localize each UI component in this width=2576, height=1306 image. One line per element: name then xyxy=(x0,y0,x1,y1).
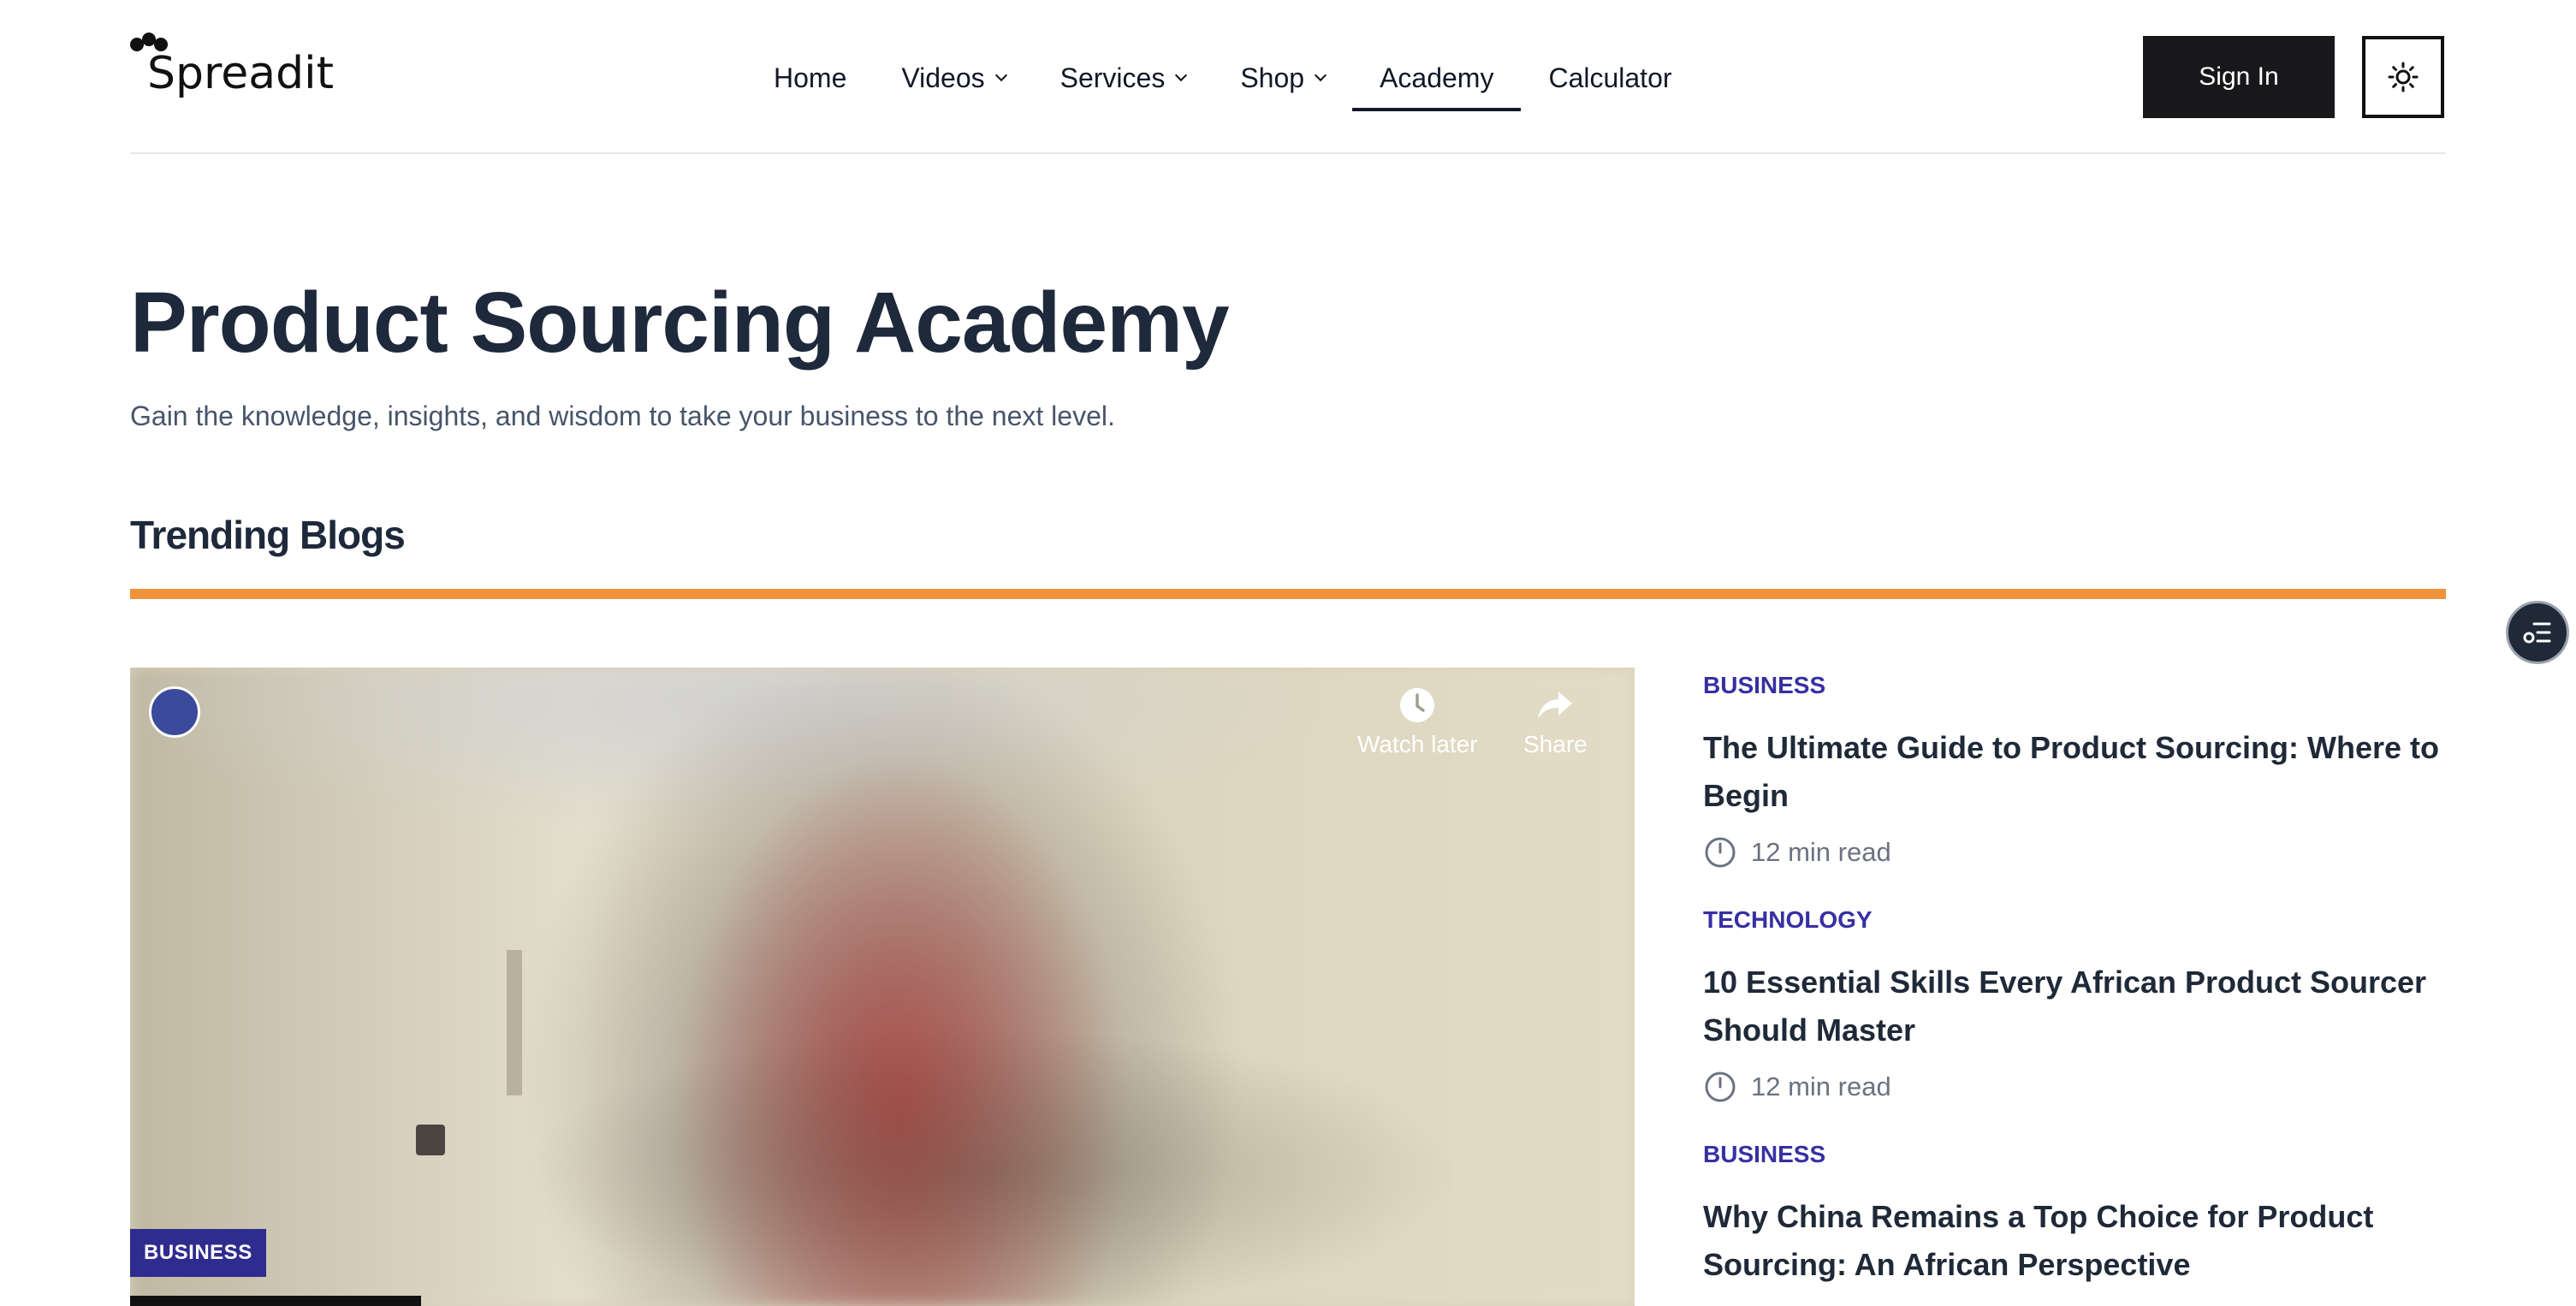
site-header: Spreadit Home Videos Services Shop Acade… xyxy=(130,0,2446,154)
page-title: Product Sourcing Academy xyxy=(130,275,1230,371)
section-title: Trending Blogs xyxy=(130,513,406,557)
main-nav: Home Videos Services Shop Academy Calcul… xyxy=(746,51,1700,111)
trending-blog-list: BUSINESS The Ultimate Guide to Product S… xyxy=(1703,668,2446,1289)
nav-label: Calculator xyxy=(1548,62,1672,93)
list-item[interactable]: TECHNOLOGY 10 Essential Skills Every Afr… xyxy=(1703,902,2446,1106)
nav-label: Services xyxy=(1059,62,1166,93)
blog-meta: 12 min read xyxy=(1703,1068,2446,1106)
sign-in-button[interactable]: Sign In xyxy=(2143,36,2335,118)
category-badge[interactable]: BUSINESS xyxy=(130,1229,266,1277)
blog-category[interactable]: TECHNOLOGY xyxy=(1703,902,2446,938)
blog-title[interactable]: 10 Essential Skills Every African Produc… xyxy=(1703,959,2446,1054)
blog-title[interactable]: Why China Remains a Top Choice for Produ… xyxy=(1703,1193,2446,1289)
nav-item-calculator[interactable]: Calculator xyxy=(1521,51,1699,104)
chevron-down-icon xyxy=(994,68,1007,82)
nav-item-videos[interactable]: Videos xyxy=(874,51,1032,104)
blog-title[interactable]: The Ultimate Guide to Product Sourcing: … xyxy=(1703,724,2446,820)
video-progress-bar xyxy=(130,1296,421,1306)
list-icon xyxy=(2523,622,2551,644)
featured-video[interactable]: Watch later Share BUSINESS xyxy=(130,668,1635,1306)
brand-logo[interactable]: Spreadit xyxy=(130,33,334,99)
blog-category[interactable]: BUSINESS xyxy=(1703,1137,2446,1172)
channel-avatar[interactable] xyxy=(149,686,200,738)
watch-later-button[interactable]: Watch later xyxy=(1357,685,1478,758)
share-icon xyxy=(1538,692,1573,719)
nav-item-academy[interactable]: Academy xyxy=(1352,51,1522,111)
list-item[interactable]: BUSINESS Why China Remains a Top Choice … xyxy=(1703,1137,2446,1289)
table-of-contents-button[interactable] xyxy=(2506,601,2569,664)
blog-meta: 12 min read xyxy=(1703,834,2446,871)
read-time: 12 min read xyxy=(1751,1072,1891,1101)
nav-item-home[interactable]: Home xyxy=(746,51,874,104)
nav-label: Shop xyxy=(1240,62,1305,93)
sun-icon xyxy=(2388,62,2419,92)
share-button[interactable]: Share xyxy=(1523,685,1588,758)
list-item[interactable]: BUSINESS The Ultimate Guide to Product S… xyxy=(1703,668,2446,871)
clock-icon xyxy=(1705,837,1736,868)
section-divider xyxy=(130,589,2446,599)
nav-label: Academy xyxy=(1380,62,1494,93)
nav-item-shop[interactable]: Shop xyxy=(1213,51,1352,104)
read-time: 12 min read xyxy=(1751,837,1891,867)
blog-category[interactable]: BUSINESS xyxy=(1703,668,2446,703)
logo-mark-icon xyxy=(130,33,181,67)
nav-label: Home xyxy=(774,62,847,93)
page-subtitle: Gain the knowledge, insights, and wisdom… xyxy=(130,401,1115,431)
theme-toggle-button[interactable] xyxy=(2362,36,2444,118)
clock-icon xyxy=(1705,1072,1736,1102)
chevron-down-icon xyxy=(1175,68,1188,82)
chevron-down-icon xyxy=(1314,68,1327,82)
nav-item-services[interactable]: Services xyxy=(1033,51,1214,104)
nav-label: Videos xyxy=(901,62,985,93)
clock-icon xyxy=(1400,688,1435,722)
